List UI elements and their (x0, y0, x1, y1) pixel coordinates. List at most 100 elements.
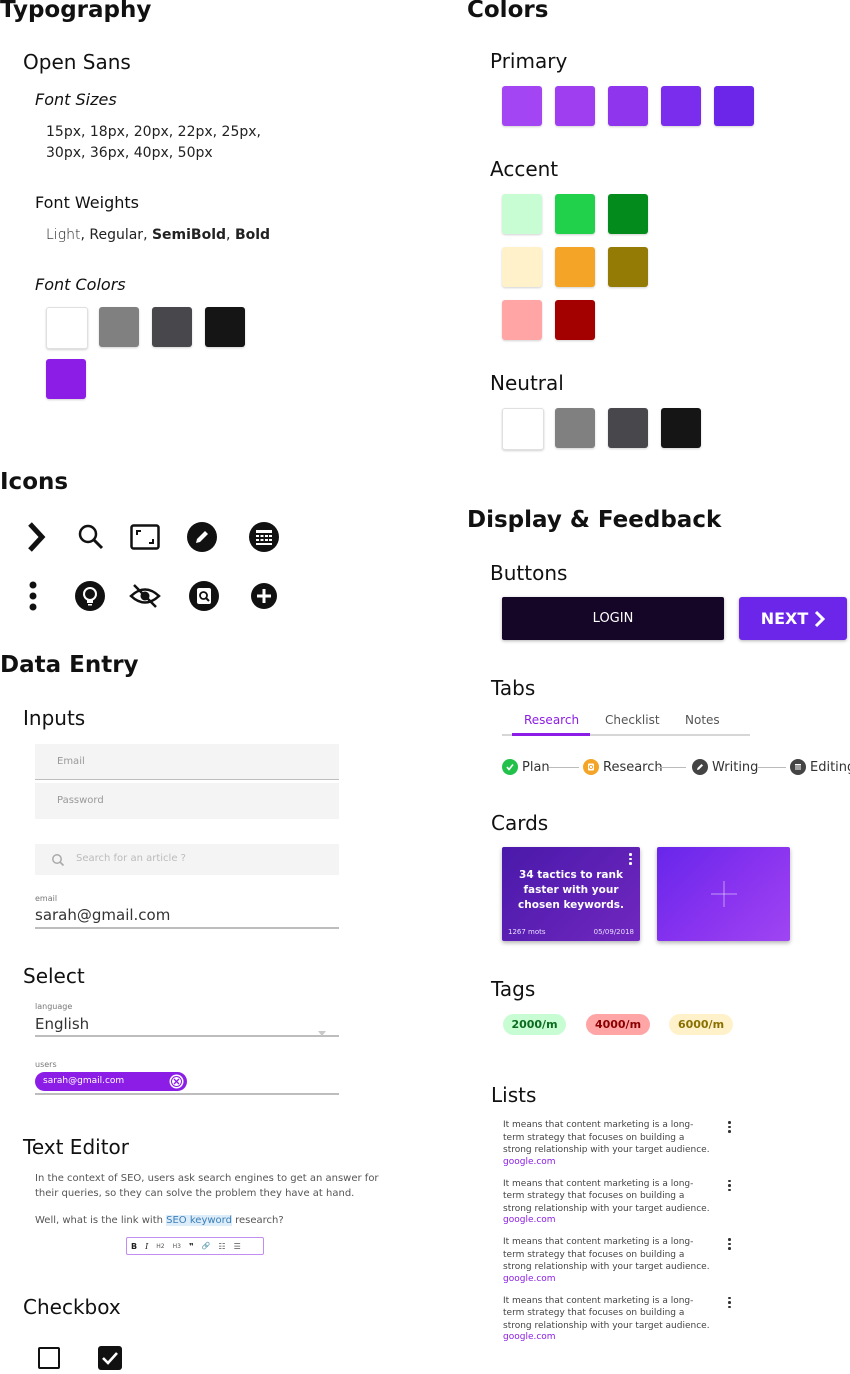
more-vertical-icon[interactable] (728, 1296, 732, 1311)
users-select[interactable]: sarah@gmail.com (35, 1071, 339, 1095)
font-weights-list: Light, Regular, SemiBold, Bold (46, 227, 271, 243)
font-colors-heading: Font Colors (35, 275, 126, 294)
step-connector (758, 767, 786, 768)
accent-swatch (502, 194, 542, 234)
caret-down-icon (318, 1021, 326, 1040)
list-item-text: It means that content marketing is a lon… (503, 1295, 710, 1331)
calculator-icon[interactable] (246, 519, 282, 555)
unordered-list-button[interactable]: ☰ (230, 1242, 245, 1251)
list-item-text: It means that content marketing is a lon… (503, 1120, 710, 1155)
list-item-text: It means that content marketing is a lon… (503, 1178, 710, 1214)
email-input[interactable]: sarah@gmail.com (35, 906, 339, 929)
neutral-heading: Neutral (490, 371, 564, 395)
remove-chip-icon[interactable] (169, 1074, 184, 1093)
ordered-list-button[interactable]: ☷ (214, 1242, 229, 1251)
email-field[interactable]: Email (35, 744, 339, 780)
checkbox-checked[interactable] (98, 1346, 122, 1370)
inspect-icon[interactable] (186, 578, 222, 614)
next-label: NEXT (760, 609, 809, 628)
primary-swatch (661, 86, 701, 126)
more-vertical-icon[interactable] (15, 578, 51, 614)
step-writing[interactable]: Writing (692, 759, 758, 775)
step-plan[interactable]: Plan (502, 759, 550, 775)
accent-swatch (608, 247, 648, 287)
neutral-swatch (608, 408, 648, 448)
link-button[interactable]: 🔗 (198, 1242, 215, 1250)
language-label: language (35, 1002, 73, 1011)
tag-6000[interactable]: 6000/m (669, 1014, 733, 1035)
step-connector (549, 767, 579, 768)
more-vertical-icon[interactable] (728, 1238, 732, 1252)
select-heading: Select (23, 964, 85, 988)
accent-swatch (555, 247, 595, 287)
quote-button[interactable]: ❞ (185, 1242, 198, 1251)
list-item[interactable]: It means that content marketing is a lon… (503, 1236, 743, 1284)
colors-title: Colors (467, 0, 549, 23)
add-circle-icon[interactable] (246, 578, 282, 614)
chevron-right-icon[interactable] (18, 519, 54, 555)
font-color-swatch (46, 307, 88, 349)
lists-heading: Lists (491, 1083, 537, 1107)
list-item[interactable]: It means that content marketing is a lon… (503, 1178, 743, 1225)
edit-pencil-icon[interactable] (184, 519, 220, 555)
tab-research[interactable]: Research (524, 713, 579, 727)
step-research[interactable]: Research (583, 759, 663, 775)
more-vertical-icon[interactable] (728, 1121, 732, 1135)
lightbulb-icon[interactable] (72, 578, 108, 614)
tab-notes[interactable]: Notes (685, 713, 720, 727)
accent-heading: Accent (490, 157, 559, 181)
chevron-right-icon (814, 610, 826, 628)
typography-title: Typography (0, 0, 152, 23)
card-title: 34 tactics to rank faster with your chos… (518, 869, 624, 911)
checkbox-unchecked[interactable] (38, 1347, 60, 1369)
next-button[interactable]: NEXT (739, 597, 847, 640)
editor-line[interactable]: Well, what is the link with SEO keyword … (35, 1215, 284, 1226)
neutral-swatch (555, 408, 595, 448)
eye-off-icon[interactable] (127, 578, 163, 614)
editor-paragraph[interactable]: In the context of SEO, users ask search … (35, 1171, 405, 1201)
font-color-swatch (46, 359, 86, 399)
tag-2000[interactable]: 2000/m (503, 1014, 566, 1035)
primary-heading: Primary (490, 49, 568, 73)
user-chip: sarah@gmail.com (35, 1072, 187, 1091)
more-vertical-icon[interactable] (728, 1179, 732, 1194)
article-card[interactable]: 34 tactics to rank faster with your chos… (502, 847, 640, 941)
password-field[interactable]: Password (35, 783, 339, 819)
edit-pencil-icon (692, 759, 708, 775)
more-vertical-icon[interactable] (629, 853, 633, 867)
h2-button[interactable]: H2 (152, 1243, 168, 1250)
font-color-swatch (205, 307, 245, 347)
weight-light: Light (46, 227, 81, 243)
primary-swatch (555, 86, 595, 126)
language-select[interactable]: English (35, 1014, 339, 1037)
card-word-count: 1267 mots (508, 928, 546, 936)
weight-bold: Bold (234, 227, 271, 243)
login-button[interactable]: LOGIN (502, 597, 724, 640)
add-card[interactable] (657, 847, 790, 941)
search-icon[interactable] (73, 519, 109, 555)
search-input[interactable]: Search for an article ? (35, 844, 339, 875)
bold-button[interactable]: B (127, 1242, 141, 1251)
accent-swatch (555, 194, 595, 234)
font-sizes-line2: 30px, 36px, 40px, 50px (46, 145, 213, 161)
step-editing[interactable]: Editing (790, 759, 850, 775)
accent-swatch (555, 300, 595, 340)
tab-checklist[interactable]: Checklist (605, 713, 660, 727)
list-item-link[interactable]: google.com (503, 1332, 743, 1342)
h3-button[interactable]: H3 (169, 1243, 185, 1250)
font-color-swatch (152, 307, 192, 347)
list-item[interactable]: It means that content marketing is a lon… (503, 1119, 743, 1167)
primary-swatch (714, 86, 754, 126)
font-sizes-heading: Font Sizes (35, 90, 117, 109)
list-item-link[interactable]: google.com (503, 1215, 743, 1225)
display-feedback-title: Display & Feedback (467, 507, 722, 533)
fullscreen-icon[interactable] (127, 519, 163, 555)
list-item[interactable]: It means that content marketing is a lon… (503, 1295, 743, 1342)
tabs-heading: Tabs (491, 676, 536, 700)
accent-swatch (502, 247, 542, 287)
check-circle-icon (502, 759, 518, 775)
italic-button[interactable]: I (141, 1242, 152, 1251)
tag-4000[interactable]: 4000/m (586, 1014, 650, 1035)
list-item-link[interactable]: google.com (503, 1274, 743, 1284)
list-item-link[interactable]: google.com (503, 1157, 743, 1167)
